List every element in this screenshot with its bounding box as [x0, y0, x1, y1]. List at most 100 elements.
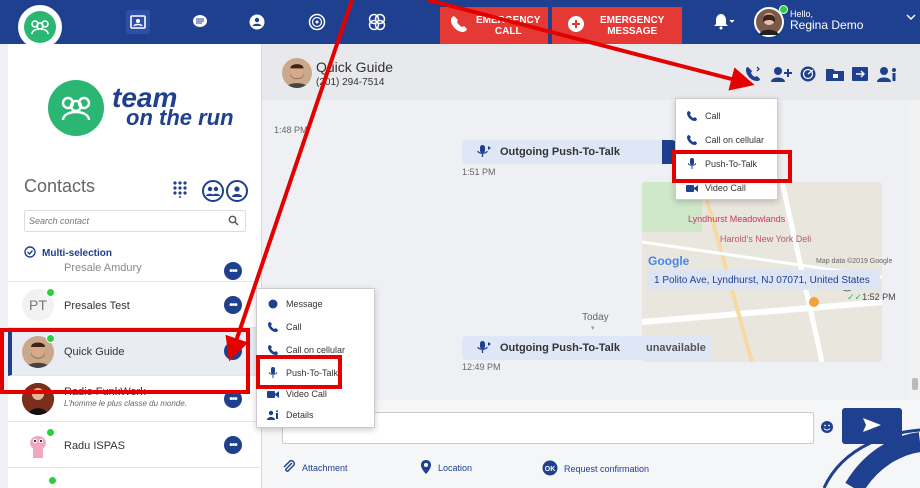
team-logo-icon — [48, 80, 104, 136]
folder-icon[interactable] — [825, 64, 845, 84]
call-icon[interactable] — [744, 64, 762, 84]
menu-item-label: Video Call — [705, 183, 746, 193]
message-bubble-ptt[interactable]: Outgoing Push-To-Talk unavailable — [462, 336, 712, 360]
check-circle-icon — [24, 246, 36, 261]
phone-icon — [267, 322, 279, 332]
paperclip-icon — [282, 460, 296, 476]
chevron-down-icon[interactable] — [906, 13, 916, 24]
emergency-message-button[interactable]: EMERGENCY MESSAGE — [552, 7, 682, 44]
video-camera-icon — [686, 184, 698, 193]
network-nav-icon[interactable] — [365, 10, 389, 34]
contact-details-icon[interactable] — [876, 64, 898, 84]
groups-nav-icon[interactable] — [245, 10, 269, 34]
menu-item-label: Details — [286, 410, 314, 420]
team-icon — [24, 11, 56, 43]
location-button[interactable]: Location — [420, 460, 472, 476]
group-filter-button[interactable] — [202, 180, 224, 202]
message-time: 1:52 PM — [862, 292, 896, 302]
location-label: Location — [438, 463, 473, 473]
multi-selection-toggle[interactable]: Multi-selection — [24, 246, 112, 261]
more-options-button[interactable]: ••• — [224, 262, 242, 280]
search-input[interactable] — [25, 211, 215, 231]
phone-icon — [686, 111, 698, 121]
menu-item-details[interactable]: Details — [257, 404, 374, 426]
more-options-button[interactable]: ••• — [224, 296, 242, 314]
date-divider: Today — [582, 312, 609, 323]
avatar-initials: PT — [29, 297, 47, 313]
location-pin-icon — [420, 460, 432, 476]
contact-status: L'homme le plus classe du monde. — [64, 399, 187, 408]
ptt-icon — [476, 340, 492, 357]
chat-nav-icon[interactable] — [188, 10, 212, 34]
message-timestamp: 1:51 PM — [462, 167, 496, 177]
more-options-button[interactable]: ••• — [224, 436, 242, 454]
contact-name: Presale Amdury — [64, 262, 142, 274]
menu-item-call-cellular[interactable]: Call on cellular — [676, 129, 777, 151]
plus-bubble-icon — [566, 15, 586, 36]
export-icon[interactable] — [851, 64, 869, 84]
menu-item-call[interactable]: Call — [257, 316, 374, 338]
contact-row[interactable]: Radu ISPAS ••• — [8, 422, 262, 468]
menu-item-label: Video Call — [286, 389, 327, 399]
user-online-indicator — [779, 5, 788, 14]
chat-scrollbar[interactable] — [910, 100, 920, 400]
add-user-icon[interactable] — [770, 64, 792, 84]
chat-contact-avatar[interactable] — [282, 58, 312, 88]
message-text: Outgoing Push-To-Talk — [500, 146, 620, 158]
request-confirmation-button[interactable]: OK Request confirmation — [542, 460, 649, 478]
ptt-icon — [476, 144, 492, 161]
emergency-message-line1: EMERGENCY — [600, 14, 665, 26]
map-brand: Google — [648, 254, 690, 268]
emergency-message-label: EMERGENCY MESSAGE — [600, 15, 664, 37]
message-timestamp: 12:49 PM — [462, 362, 501, 372]
brand-logo: team on the run — [48, 80, 234, 136]
chat-header: Quick Guide (201) 294-7514 — [262, 44, 920, 100]
chat-contact-phone: (201) 294-7514 — [316, 77, 385, 88]
user-greeting[interactable]: Hello, Regina Demo — [790, 9, 863, 31]
message-status: unavailable — [645, 342, 706, 354]
emergency-call-button[interactable]: EMERGENCY CALL — [440, 7, 548, 44]
menu-item-label: Call — [286, 322, 302, 332]
contact-name: Presales Test — [64, 300, 130, 312]
menu-item-message[interactable]: Message — [257, 293, 374, 315]
video-camera-icon — [267, 390, 279, 399]
radar-nav-icon[interactable] — [305, 10, 329, 34]
map-place-label: Harold's New York Deli — [720, 234, 812, 244]
scrollbar-thumb[interactable] — [912, 378, 918, 390]
annotation-box-context-ptt — [256, 355, 342, 389]
emergency-call-line2: CALL — [494, 25, 522, 37]
notifications-bell-icon[interactable] — [713, 12, 735, 33]
menu-item-label: Call on cellular — [705, 135, 765, 145]
map-place-label: Lyndhurst Meadowlands — [688, 214, 786, 224]
contact-row[interactable]: PT Presales Test ••• — [8, 282, 262, 328]
menu-item-call[interactable]: Call — [676, 105, 777, 127]
online-indicator — [46, 428, 55, 437]
contact-row[interactable]: Presale Amdury ••• — [8, 262, 262, 282]
ok-icon: OK — [542, 460, 558, 478]
chevron-down-icon: ▾ — [591, 325, 595, 332]
chat-contact-name: Quick Guide — [316, 59, 394, 75]
search-icon[interactable] — [228, 215, 239, 229]
menu-item-label: Call — [705, 111, 721, 121]
contacts-title: Contacts — [24, 176, 96, 196]
call-options-menu: Call Call on cellular Push-To-Talk Video… — [675, 98, 778, 200]
chat-bubble-icon — [267, 299, 279, 309]
brand-line2: on the run — [126, 105, 234, 130]
phone-icon — [450, 15, 468, 36]
emergency-call-label: EMERGENCY CALL — [476, 15, 540, 37]
search-box — [24, 210, 246, 232]
message-text: Outgoing Push-To-Talk — [500, 342, 620, 354]
contact-details-icon — [267, 410, 279, 420]
radar-icon[interactable] — [799, 64, 817, 84]
contacts-nav-icon[interactable] — [126, 10, 150, 34]
double-check-icon: ✓✓ — [847, 292, 863, 302]
phone-icon — [267, 345, 279, 355]
message-bubble-ptt[interactable]: Outgoing Push-To-Talk — [462, 140, 662, 164]
multi-selection-label: Multi-selection — [42, 248, 113, 259]
online-indicator — [46, 288, 55, 297]
person-filter-button[interactable] — [226, 180, 248, 202]
svg-text:OK: OK — [545, 466, 556, 473]
attachment-label: Attachment — [302, 463, 348, 473]
dialpad-icon[interactable] — [172, 180, 188, 201]
attachment-button[interactable]: Attachment — [282, 460, 348, 476]
